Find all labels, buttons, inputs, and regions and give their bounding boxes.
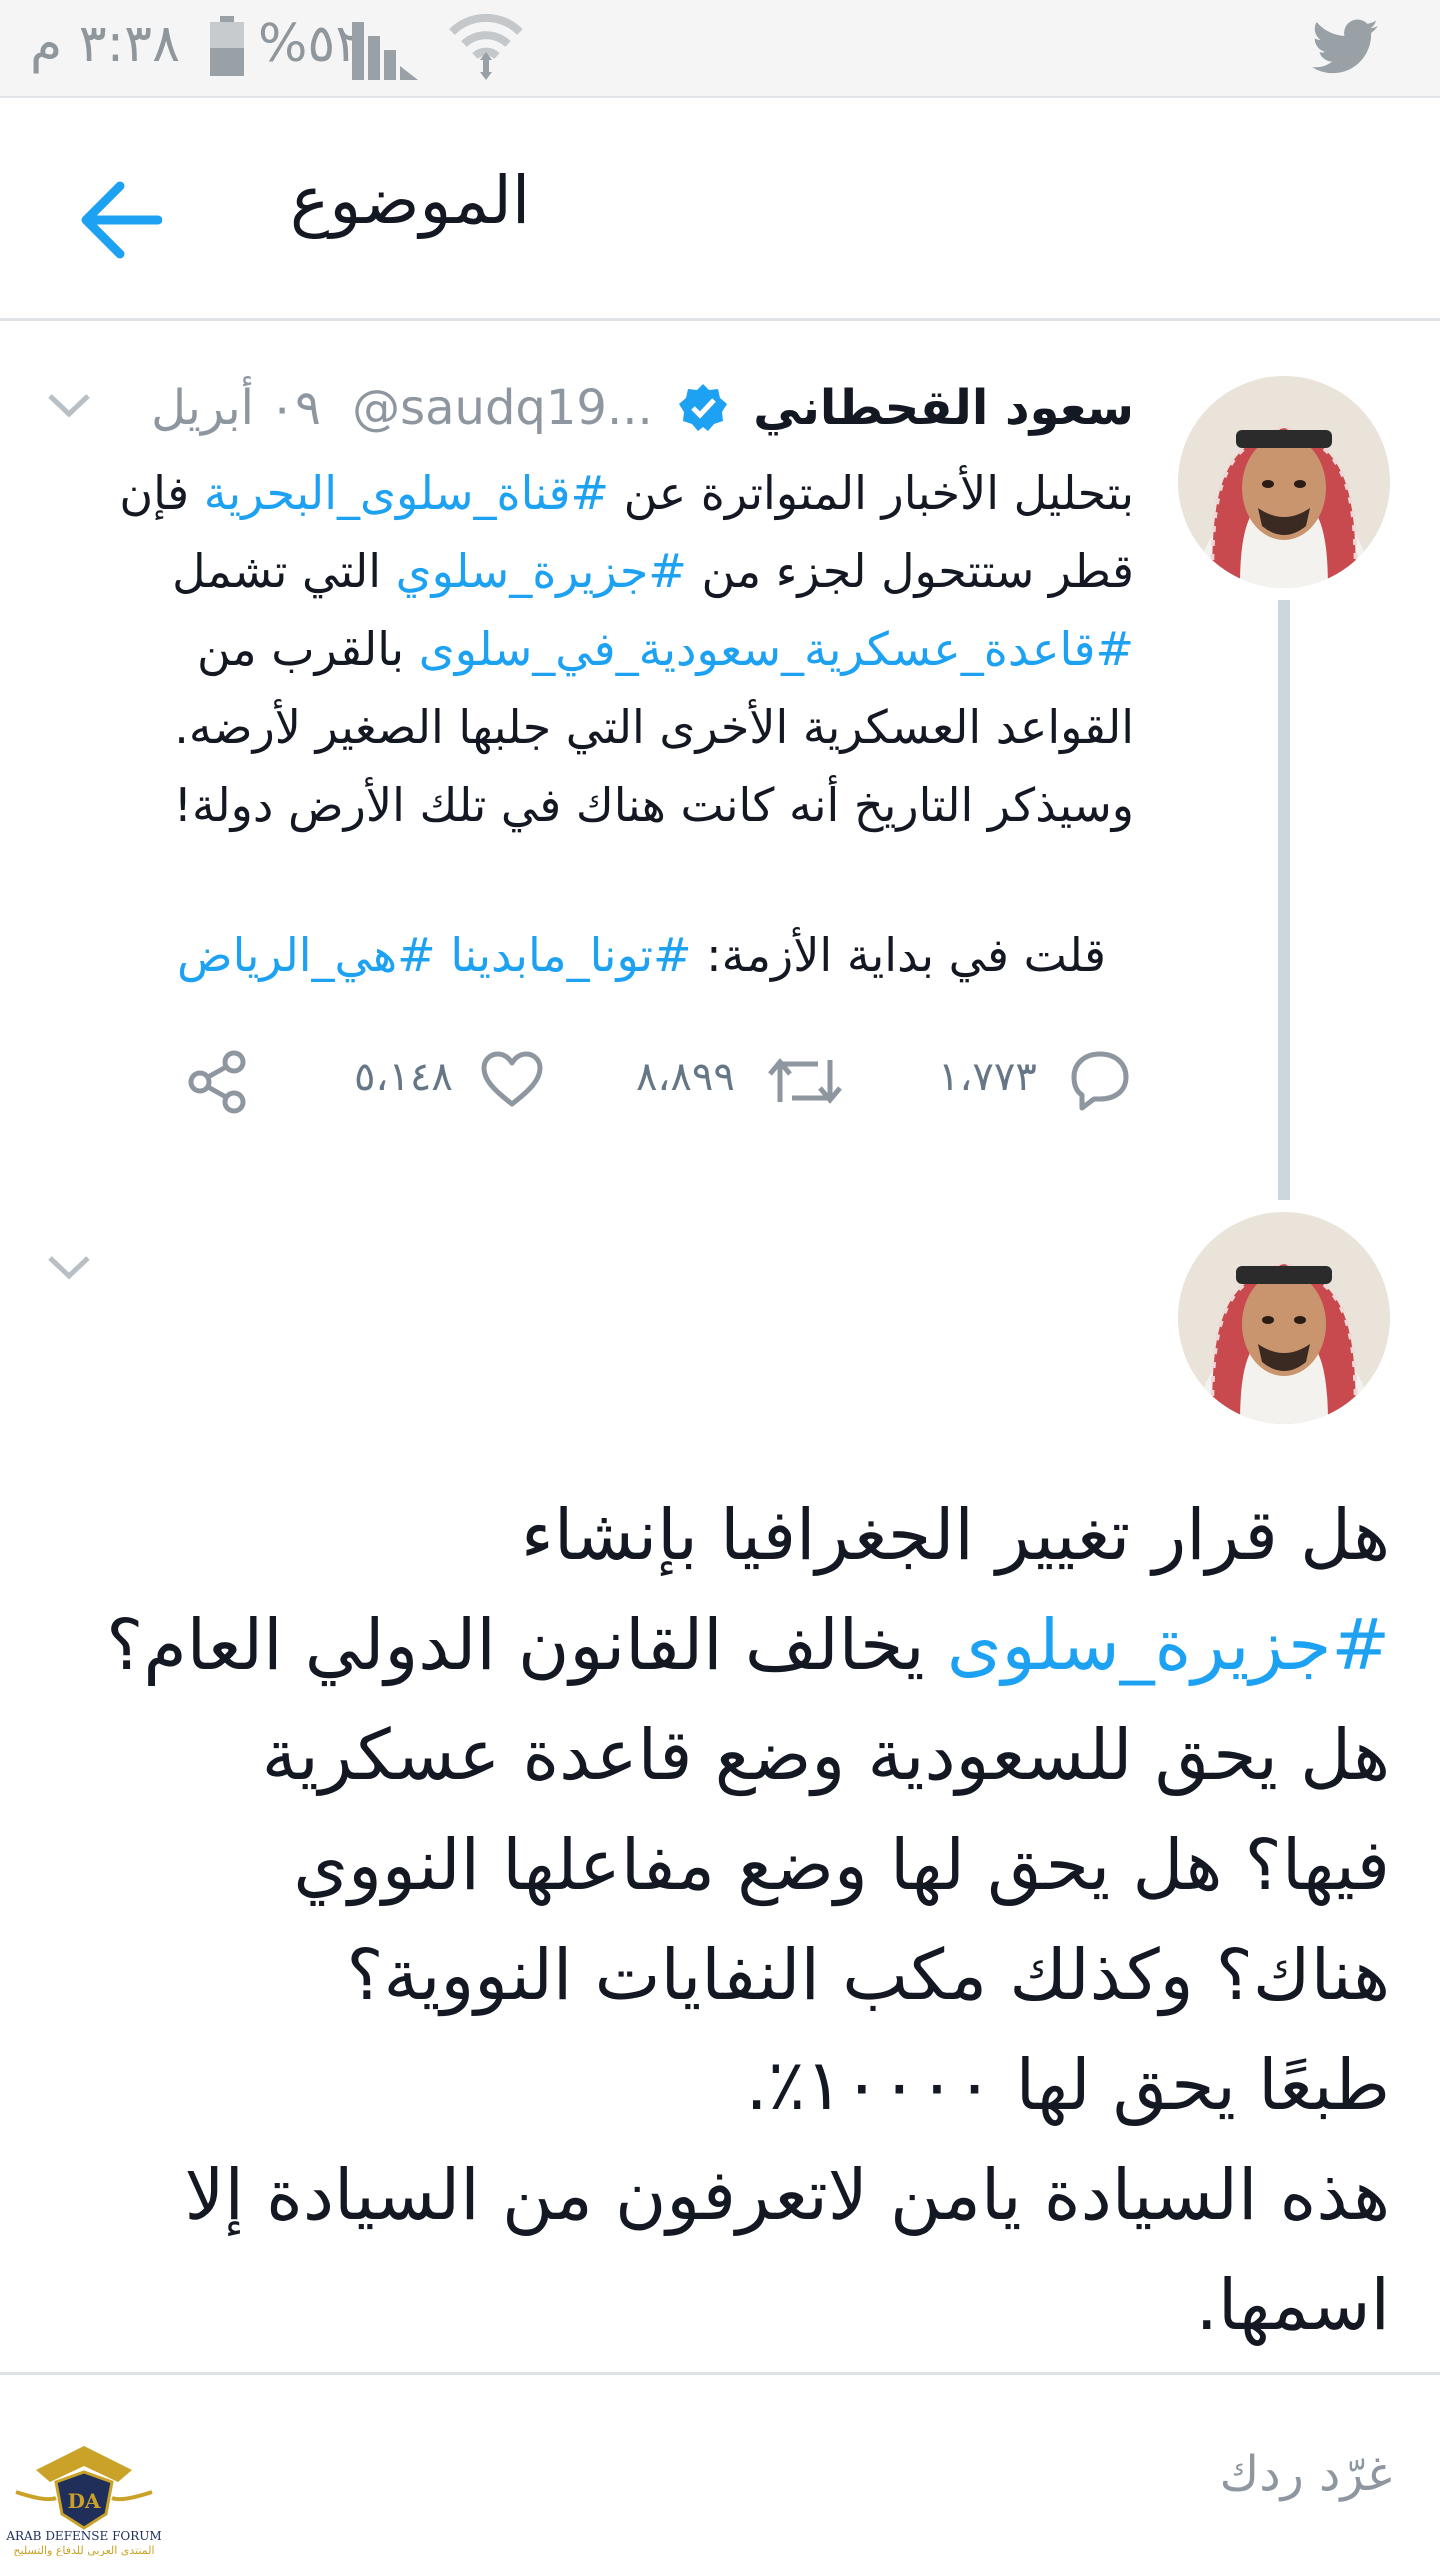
- avatar-image: [1178, 1212, 1390, 1424]
- status-bar: ٣:٣٨ م %٥٢: [0, 0, 1440, 98]
- tweet-text-span: هناك؟ وكذلك مكب النفايات النووية؟: [346, 1934, 1390, 2016]
- svg-text:DA: DA: [68, 2489, 101, 2513]
- hashtag-link[interactable]: #جزيرة_سلوي: [396, 544, 687, 598]
- tweet-text-line: هذه السيادة يامن لاتعرفون من السيادة إلا: [50, 2140, 1390, 2250]
- hashtag-link[interactable]: #جزيرة_سلوى: [947, 1604, 1390, 1686]
- reply-bar: [0, 2372, 1440, 2563]
- tweet-text-span: هذه السيادة يامن لاتعرفون من السيادة إلا: [184, 2154, 1390, 2236]
- chevron-down-icon[interactable]: [46, 1252, 92, 1282]
- tweet-text-span: هل قرار تغيير الجغرافيا بإنشاء: [520, 1494, 1390, 1576]
- author-avatar[interactable]: [1178, 376, 1390, 588]
- reply-input[interactable]: [190, 2441, 1394, 2507]
- author-handle[interactable]: @saudq19...: [352, 380, 653, 436]
- arab-defense-forum-logo: DA ARAB DEFENSE FORUM المنتدى العربي للد…: [6, 2446, 162, 2556]
- svg-text:المنتدى العربي للدفاع والتسليح: المنتدى العربي للدفاع والتسليح: [13, 2544, 154, 2556]
- tweet-date: ٠٩ أبريل: [151, 380, 321, 436]
- tweet-text-paragraph: بتحليل الأخبار المتواترة عن #قناة_سلوى_ا…: [54, 454, 1134, 844]
- tweet-text-span: [436, 928, 451, 982]
- battery-icon: [210, 16, 244, 76]
- svg-text:ARAB DEFENSE FORUM: ARAB DEFENSE FORUM: [6, 2529, 162, 2543]
- status-time: ٣:٣٨ م: [30, 14, 181, 74]
- tweet-text-line: #جزيرة_سلوى يخالف القانون الدولي العام؟: [50, 1590, 1390, 1700]
- retweet-icon[interactable]: [766, 1052, 844, 1110]
- avatar-image: [1178, 376, 1390, 588]
- focused-tweet-text: هل قرار تغيير الجغرافيا بإنشاء #جزيرة_سلو…: [50, 1480, 1390, 2360]
- battery-percent: %٥٢: [258, 14, 364, 74]
- reply-count: ١،٧٧٣: [938, 1054, 1037, 1100]
- hashtag-link[interactable]: #قناة_سلوى_البحرية: [204, 466, 609, 520]
- tweet-text-span: طبعًا يحق لها ١٠٠٠٠٪.: [745, 2044, 1390, 2126]
- tweet-text-span: قلت في بداية الأزمة:: [691, 928, 1106, 982]
- wifi-icon: [449, 13, 523, 80]
- tweet-author-line: سعود القحطاني @saudq19... ٠٩ أبريل: [151, 380, 1134, 436]
- author-avatar[interactable]: [1178, 1212, 1390, 1424]
- reply-icon[interactable]: [1070, 1048, 1130, 1112]
- like-count: ٥،١٤٨: [354, 1054, 453, 1100]
- top-app-bar: الموضوع: [0, 98, 1440, 321]
- tweet-text-span: يخالف القانون الدولي العام؟: [106, 1604, 947, 1686]
- chevron-down-icon[interactable]: [46, 390, 92, 420]
- share-icon[interactable]: [186, 1050, 250, 1114]
- tweet-text-line: فيها؟ هل يحق لها وضع مفاعلها النووي: [50, 1810, 1390, 1920]
- page-title: الموضوع: [290, 162, 531, 239]
- tweet-text: بتحليل الأخبار المتواترة عن #قناة_سلوى_ا…: [54, 454, 1134, 844]
- tweet-text-span: هل يحق للسعودية وضع قاعدة عسكرية: [261, 1714, 1390, 1796]
- verified-badge-icon: [679, 384, 728, 431]
- back-arrow-icon[interactable]: [78, 180, 162, 260]
- tweet-text-span: اسمها.: [1195, 2264, 1390, 2346]
- tweet-text-line: هل قرار تغيير الجغرافيا بإنشاء: [50, 1480, 1390, 1590]
- thread-connector-line: [1278, 600, 1290, 1200]
- tweet-quote-line: قلت في بداية الأزمة: #تونا_مابدينا #هي_ا…: [177, 928, 1106, 982]
- hashtag-link[interactable]: #تونا_مابدينا: [450, 928, 691, 982]
- heart-icon[interactable]: [480, 1050, 544, 1110]
- signal-icon: [352, 22, 418, 80]
- tweet-text-span: بتحليل الأخبار المتواترة عن: [609, 466, 1134, 520]
- tweet-text-line: هل يحق للسعودية وضع قاعدة عسكرية: [50, 1700, 1390, 1810]
- hashtag-link[interactable]: #قاعدة_عسكرية_سعودية_في_سلوى: [419, 622, 1134, 676]
- tweet-text-span: التي تشمل: [172, 544, 396, 598]
- tweet-text-line: اسمها.: [50, 2250, 1390, 2360]
- retweet-count: ٨،٨٩٩: [636, 1054, 735, 1100]
- twitter-icon: [1312, 19, 1378, 74]
- tweet-text-line: طبعًا يحق لها ١٠٠٠٠٪.: [50, 2030, 1390, 2140]
- author-name[interactable]: سعود القحطاني: [753, 380, 1134, 436]
- tweet-text-line: هناك؟ وكذلك مكب النفايات النووية؟: [50, 1920, 1390, 2030]
- hashtag-link[interactable]: #هي_الرياض: [177, 928, 436, 982]
- tweet-text-span: فيها؟ هل يحق لها وضع مفاعلها النووي: [293, 1824, 1390, 1906]
